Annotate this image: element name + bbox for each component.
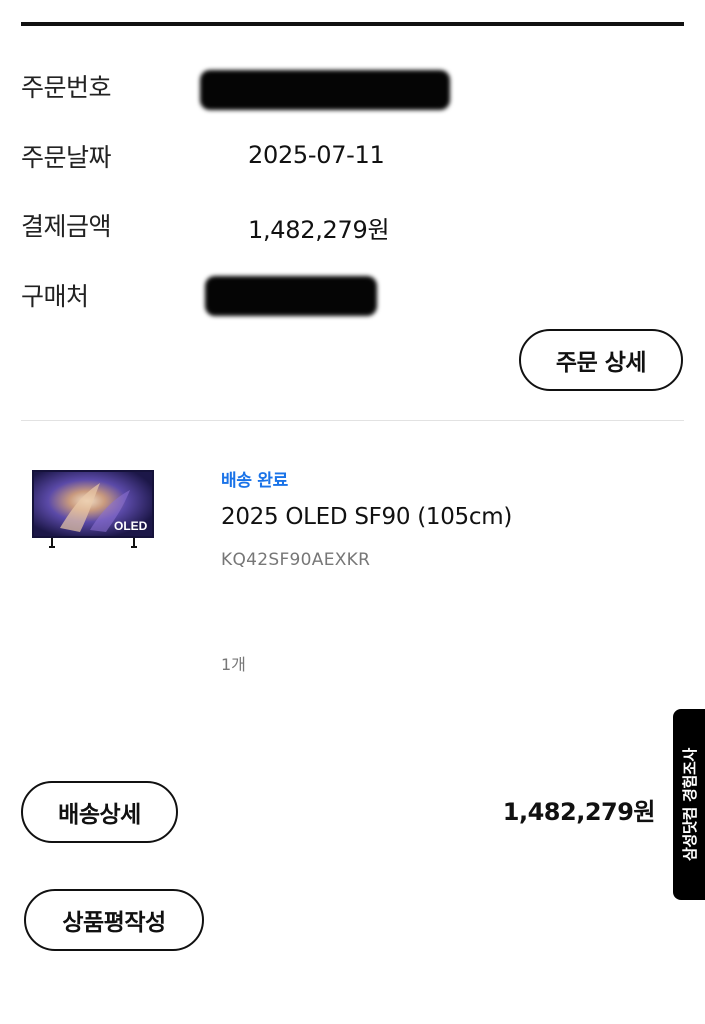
product-model-code: KQ42SF90AEXKR [221, 550, 371, 570]
experience-survey-tab[interactable]: 삼성닷컴 경험조사 [673, 709, 705, 900]
payment-amount-value: 1,482,279원 [248, 216, 390, 244]
write-review-button[interactable]: 상품평작성 [24, 889, 204, 951]
payment-amount-label: 결제금액 [21, 212, 112, 241]
order-detail-button[interactable]: 주문 상세 [519, 329, 683, 391]
seller-redacted [205, 276, 377, 316]
tv-image-icon: OLED [32, 470, 154, 548]
product-name-link[interactable]: 2025 OLED SF90 (105cm) [221, 504, 512, 530]
seller-label: 구매처 [21, 282, 89, 311]
survey-tab-label: 삼성닷컴 경험조사 [680, 748, 699, 861]
oled-badge: OLED [114, 519, 148, 533]
product-thumbnail[interactable]: OLED [30, 468, 156, 550]
order-date-value: 2025-07-11 [248, 141, 385, 169]
product-quantity: 1개 [221, 655, 246, 674]
order-number-redacted [200, 70, 450, 110]
shipping-detail-button[interactable]: 배송상세 [21, 781, 178, 843]
order-number-label: 주문번호 [21, 73, 112, 102]
section-divider [21, 420, 684, 421]
order-date-label: 주문날짜 [21, 143, 112, 172]
top-divider [21, 22, 684, 26]
item-price: 1,482,279원 [502, 798, 656, 826]
delivery-status-badge: 배송 완료 [221, 471, 288, 491]
